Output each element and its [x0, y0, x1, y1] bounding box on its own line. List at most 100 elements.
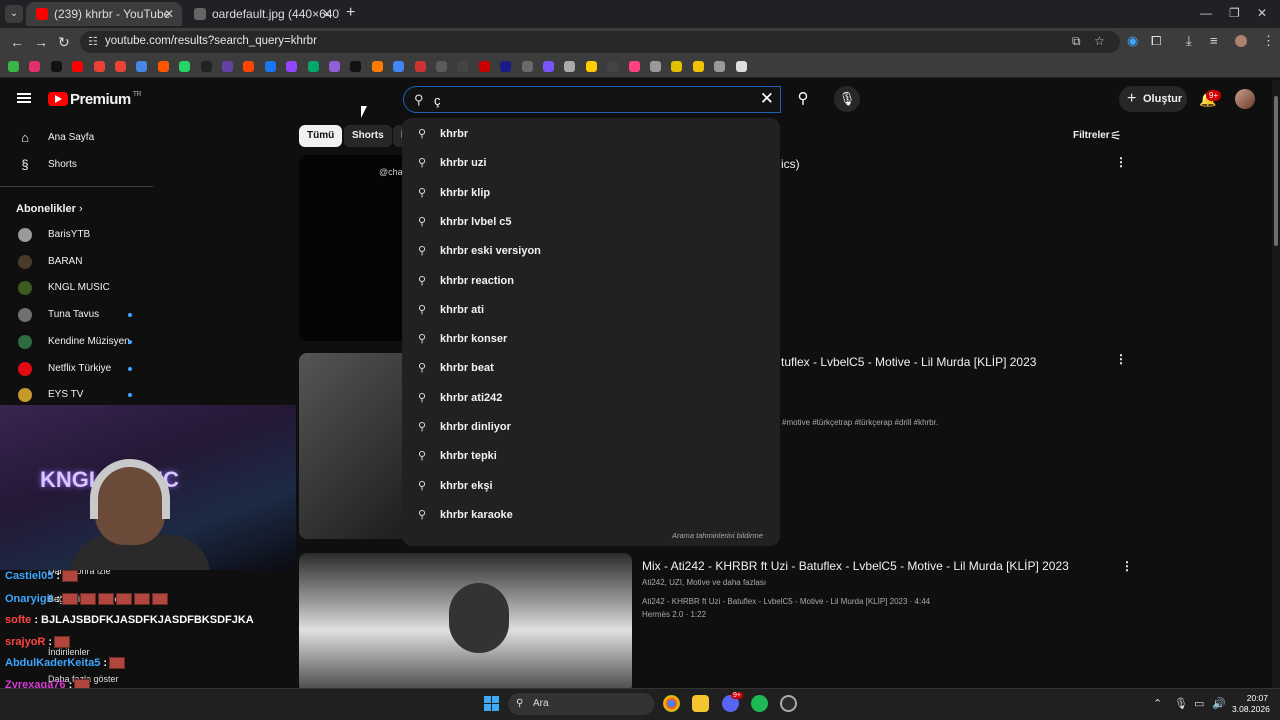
- bookmark-icon[interactable]: [50, 61, 62, 72]
- bookmark-icon[interactable]: [157, 61, 169, 72]
- search-suggestion[interactable]: ⚲ khrbr klip: [402, 179, 780, 208]
- search-suggestion[interactable]: ⚲ khrbr tepki: [402, 442, 780, 471]
- restore-icon[interactable]: ❐: [1229, 6, 1240, 20]
- taskbar-search[interactable]: ⚲ Ara: [508, 693, 654, 715]
- forward-icon[interactable]: →: [34, 34, 48, 50]
- search-suggestion[interactable]: ⚲ khrbr uzi: [402, 149, 780, 178]
- search-query-text[interactable]: ç: [434, 93, 441, 108]
- profile-icon[interactable]: [1235, 35, 1247, 47]
- bookmark-star-icon[interactable]: ☆: [1094, 34, 1105, 48]
- bookmark-icon[interactable]: [436, 61, 447, 72]
- close-window-icon[interactable]: ✕: [1257, 6, 1267, 20]
- close-tab-icon[interactable]: ✕: [164, 2, 174, 26]
- back-icon[interactable]: ←: [10, 34, 24, 50]
- result-title[interactable]: tuflex - LvbelC5 - Motive - Lil Murda [K…: [781, 355, 1036, 369]
- subscription-item[interactable]: KNGL MUSIC: [0, 275, 150, 301]
- mix-track-1[interactable]: Ati242 - KHRBR ft Uzi - Batuflex - Lvbel…: [642, 597, 930, 606]
- subscription-item[interactable]: BarisYTB: [0, 222, 150, 248]
- subscription-item[interactable]: Tuna Tavus: [0, 302, 150, 328]
- new-tab-icon[interactable]: +: [346, 4, 355, 22]
- tab-youtube[interactable]: (239) khrbr - YouTube ✕: [26, 2, 182, 26]
- bookmark-icon[interactable]: [585, 61, 597, 72]
- browser-menu-icon[interactable]: ⋮: [1262, 33, 1275, 49]
- search-suggestion[interactable]: ⚲ khrbr reaction: [402, 267, 780, 296]
- mix-thumbnail[interactable]: [299, 553, 632, 693]
- bookmark-icon[interactable]: [628, 61, 640, 72]
- media-control-icon[interactable]: ≡: [1210, 33, 1218, 48]
- bookmark-icon[interactable]: [414, 61, 426, 72]
- bookmark-icon[interactable]: [243, 61, 255, 72]
- close-tab-icon[interactable]: ✕: [322, 2, 332, 26]
- report-predictions-link[interactable]: Arama tahminlerini bildirme: [672, 531, 763, 540]
- search-suggestion[interactable]: ⚲ khrbr eski versiyon: [402, 237, 780, 266]
- omnibox[interactable]: ☷ youtube.com/results?search_query=khrbr…: [80, 31, 1120, 53]
- spotify-icon[interactable]: [751, 695, 768, 712]
- reload-icon[interactable]: ↻: [58, 34, 70, 51]
- extension-icon[interactable]: ◉: [1127, 33, 1138, 49]
- bookmark-icon[interactable]: [200, 61, 212, 72]
- subscription-item[interactable]: Netflix Türkiye: [0, 356, 150, 382]
- search-suggestion[interactable]: ⚲ khrbr ekşi: [402, 472, 780, 501]
- bookmark-icon[interactable]: [286, 61, 298, 72]
- bookmark-icon[interactable]: [179, 61, 191, 72]
- youtube-logo-icon[interactable]: [48, 92, 68, 106]
- bookmark-icon[interactable]: [714, 61, 726, 72]
- bookmark-icon[interactable]: [521, 61, 533, 72]
- file-explorer-icon[interactable]: [692, 695, 709, 712]
- search-suggestion[interactable]: ⚲ khrbr ati242: [402, 384, 780, 413]
- bookmark-icon[interactable]: [93, 61, 105, 72]
- search-button[interactable]: ⚲: [788, 85, 818, 113]
- bookmark-icon[interactable]: [500, 61, 512, 72]
- search-suggestion[interactable]: ⚲ khrbr: [402, 120, 780, 149]
- bookmark-icon[interactable]: [650, 61, 661, 72]
- extensions-puzzle-icon[interactable]: ⧠: [1151, 33, 1161, 49]
- volume-icon[interactable]: 🔊: [1212, 697, 1226, 710]
- voice-search-icon[interactable]: 🎙: [834, 86, 860, 112]
- bookmark-icon[interactable]: [692, 61, 704, 72]
- hamburger-menu-icon[interactable]: [17, 91, 31, 105]
- sidebar-item-home[interactable]: ⌂ Ana Sayfa: [0, 125, 150, 151]
- tray-chevron-icon[interactable]: ⌃: [1153, 697, 1162, 710]
- bookmark-icon[interactable]: [371, 61, 383, 72]
- bookmark-icon[interactable]: [8, 61, 19, 72]
- search-suggestion[interactable]: ⚲ khrbr lvbel c5: [402, 208, 780, 237]
- more-options-icon[interactable]: ⋮: [1115, 352, 1127, 366]
- bookmark-icon[interactable]: [457, 61, 469, 72]
- filter-sliders-icon[interactable]: ⚟: [1110, 128, 1122, 144]
- install-app-icon[interactable]: ⧉: [1072, 34, 1081, 49]
- bookmark-icon[interactable]: [29, 61, 41, 72]
- search-input[interactable]: ⚲ ç ✕: [403, 86, 781, 113]
- search-suggestion[interactable]: ⚲ khrbr karaoke: [402, 501, 780, 530]
- bookmark-icon[interactable]: [735, 61, 747, 72]
- bookmark-icon[interactable]: [350, 61, 362, 72]
- clear-search-icon[interactable]: ✕: [760, 89, 774, 109]
- site-info-icon[interactable]: ☷: [88, 35, 98, 48]
- mix-track-2[interactable]: Hermès 2.0 · 1:22: [642, 610, 706, 619]
- subscriptions-header[interactable]: Abonelikler ›: [16, 203, 83, 215]
- bookmark-icon[interactable]: [671, 61, 683, 72]
- minimize-icon[interactable]: —: [1200, 6, 1212, 20]
- more-options-icon[interactable]: ⋮: [1115, 155, 1127, 169]
- bookmark-icon[interactable]: [136, 61, 148, 72]
- subscription-item[interactable]: Kendine Müzisyen: [0, 329, 150, 355]
- tab-search-icon[interactable]: ⌄: [5, 5, 23, 23]
- microphone-icon[interactable]: 🎙: [1174, 697, 1188, 710]
- sidebar-item-downloads[interactable]: İndirilenler: [48, 647, 90, 657]
- sidebar-item-shorts[interactable]: § Shorts: [0, 152, 150, 178]
- bookmark-icon[interactable]: [478, 61, 490, 72]
- bookmark-icon[interactable]: [393, 61, 405, 72]
- result-title[interactable]: ics): [781, 157, 800, 171]
- bookmark-icon[interactable]: [264, 61, 276, 72]
- youtube-premium-logo[interactable]: Premium TR: [70, 91, 142, 108]
- bookmark-icon[interactable]: [72, 61, 84, 72]
- display-icon[interactable]: ▭: [1194, 697, 1204, 710]
- bookmark-icon[interactable]: [329, 61, 340, 72]
- chip-shorts[interactable]: Shorts: [344, 125, 392, 147]
- url-text[interactable]: youtube.com/results?search_query=khrbr: [105, 35, 317, 47]
- account-avatar[interactable]: [1235, 89, 1255, 109]
- windows-start-icon[interactable]: [484, 696, 500, 712]
- filters-button[interactable]: Filtreler: [1073, 130, 1110, 141]
- bookmark-icon[interactable]: [222, 61, 233, 72]
- chip-all[interactable]: Tümü: [299, 125, 343, 147]
- result-title[interactable]: Mix - Ati242 - KHRBR ft Uzi - Batuflex -…: [642, 559, 1069, 573]
